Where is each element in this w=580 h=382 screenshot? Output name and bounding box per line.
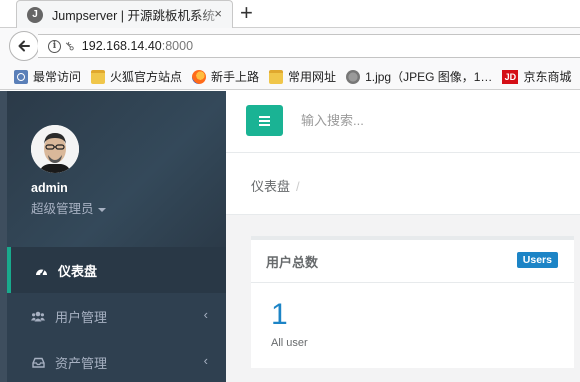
key-icon: ⚷ — [61, 37, 78, 55]
menu-toggle-button[interactable] — [246, 105, 283, 136]
widget-title: 用户总数 — [266, 255, 319, 270]
breadcrumb: 仪表盘 / — [251, 176, 300, 195]
bookmarks-toolbar: 最常访问 火狐官方站点 新手上路 常用网址 1.jpg（JPEG 图像，1… J… — [0, 64, 580, 90]
hamburger-bar — [259, 115, 270, 118]
browser-nav-bar: i ⚷ 192.168.14.40:8000 — [0, 28, 580, 64]
folder-icon — [269, 69, 284, 84]
jd-icon: JD — [502, 69, 519, 84]
window-edge — [0, 91, 7, 382]
avatar[interactable] — [31, 125, 79, 173]
bookmark-label: 常用网址 — [288, 70, 337, 84]
chevron-left-icon: ‹ — [203, 353, 208, 368]
caret-down-icon — [97, 207, 106, 212]
new-tab-button[interactable]: + — [240, 2, 253, 24]
browser-tab[interactable]: J Jumpserver | 开源跳板机系统 × — [16, 0, 233, 28]
total-users-widget: 用户总数 Users 1 All user — [251, 236, 574, 368]
back-arrow-icon — [18, 40, 30, 52]
url-bar[interactable]: i ⚷ 192.168.14.40:8000 — [38, 34, 580, 58]
url-port: :8000 — [161, 39, 194, 53]
users-badge: Users — [516, 252, 558, 268]
sidebar-item-assets[interactable]: 资产管理 ‹ — [7, 339, 226, 382]
site-info-icon[interactable]: i — [48, 39, 61, 53]
sidebar-item-dashboard[interactable]: 仪表盘 — [7, 247, 226, 293]
breadcrumb-separator: / — [296, 179, 300, 194]
most-visited-icon — [14, 69, 28, 84]
bookmark-common-sites[interactable]: 常用网址 — [269, 68, 336, 85]
browser-tab-bar: J Jumpserver | 开源跳板机系统 × + — [0, 0, 580, 28]
back-button[interactable] — [9, 31, 39, 61]
url-host: 192.168.14.40 — [81, 39, 162, 53]
breadcrumb-item-dashboard[interactable]: 仪表盘 — [251, 179, 290, 194]
bookmark-jpg-image[interactable]: 1.jpg（JPEG 图像，1… — [346, 68, 492, 85]
sidebar: admin 超级管理员 仪表盘 用户管理 ‹ 资产管理 ‹ — [7, 91, 226, 382]
dashboard-icon — [34, 265, 48, 276]
chevron-left-icon: ‹ — [203, 307, 208, 322]
widget-divider — [251, 282, 574, 283]
jumpserver-favicon-icon: J — [27, 6, 43, 23]
profile-role-label: 超级管理员 — [31, 202, 94, 216]
tab-close-icon[interactable]: × — [214, 7, 222, 21]
bookmark-label: 最常访问 — [33, 70, 82, 84]
profile-panel: admin 超级管理员 — [7, 91, 226, 247]
firefox-icon — [192, 69, 207, 84]
tab-title: Jumpserver | 开源跳板机系统 — [52, 9, 215, 23]
bookmark-label: 火狐官方站点 — [110, 70, 183, 84]
search-input[interactable] — [301, 113, 501, 128]
user-photo-icon — [31, 125, 79, 173]
bookmark-label: 京东商城 — [523, 70, 572, 84]
bookmark-jd[interactable]: JD 京东商城 — [502, 68, 571, 85]
widget-subtitle: All user — [271, 337, 308, 349]
bookmark-firefox-sites[interactable]: 火狐官方站点 — [91, 68, 182, 85]
users-icon — [31, 311, 45, 322]
assets-icon — [31, 357, 45, 368]
app-container: admin 超级管理员 仪表盘 用户管理 ‹ 资产管理 ‹ 输入搜索... 仪表… — [0, 91, 580, 382]
sidebar-item-label: 用户管理 — [55, 309, 108, 325]
bookmark-label: 新手上路 — [211, 70, 260, 84]
globe-icon — [346, 69, 361, 84]
sidebar-item-users[interactable]: 用户管理 ‹ — [7, 293, 226, 339]
bookmark-label: 1.jpg（JPEG 图像，1… — [365, 70, 493, 84]
sidebar-item-label: 仪表盘 — [58, 263, 98, 279]
url-text[interactable]: 192.168.14.40:8000 — [82, 39, 193, 53]
hamburger-bar — [259, 119, 270, 122]
sidebar-item-label: 资产管理 — [55, 355, 108, 371]
page-heading: 仪表盘 / — [226, 153, 580, 215]
profile-username: admin — [31, 181, 68, 195]
bookmark-getting-started[interactable]: 新手上路 — [192, 68, 259, 85]
top-navbar — [226, 91, 580, 153]
folder-icon — [91, 69, 106, 84]
profile-role-dropdown[interactable]: 超级管理员 — [31, 198, 106, 217]
bookmark-most-visited[interactable]: 最常访问 — [14, 68, 81, 85]
user-count: 1 — [271, 298, 288, 331]
hamburger-bar — [259, 123, 270, 126]
